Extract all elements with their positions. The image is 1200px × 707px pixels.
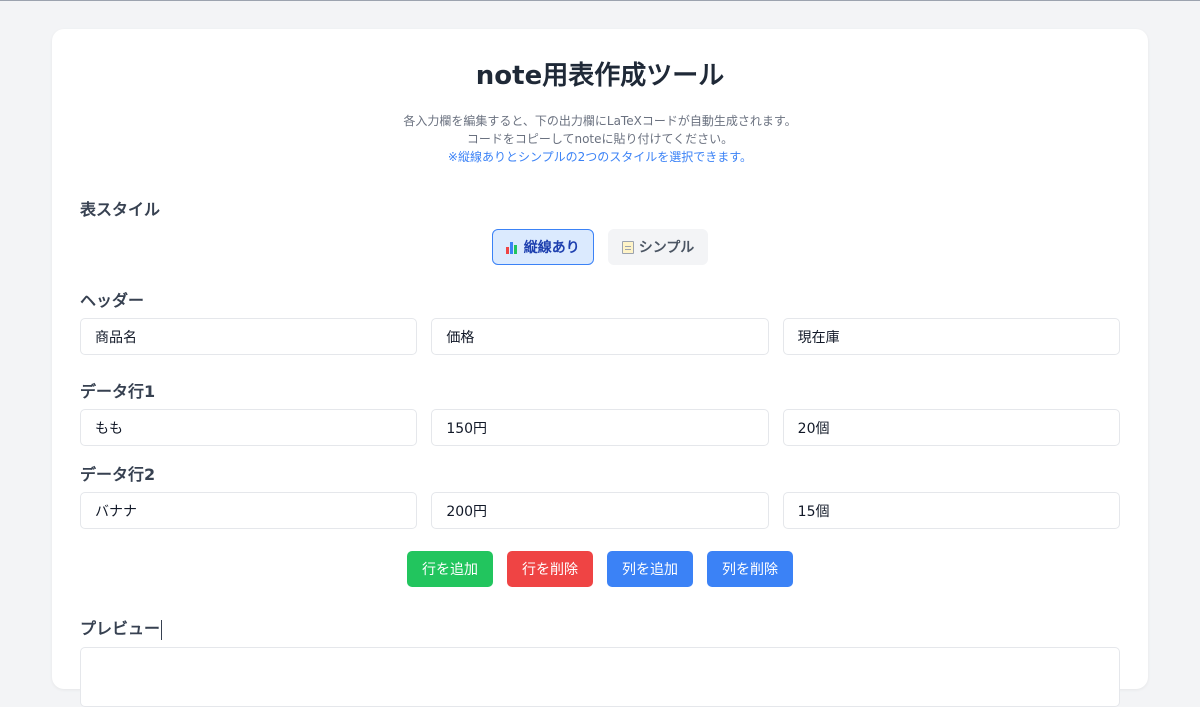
header-section-label: ヘッダー xyxy=(80,291,145,310)
text-caret xyxy=(161,619,163,640)
style-simple-label: シンプル xyxy=(638,240,695,256)
add-column-button[interactable]: 列を追加 xyxy=(607,551,693,587)
data-row-1 xyxy=(80,409,1120,446)
row-2-cell-2[interactable] xyxy=(431,492,769,529)
window-top-border xyxy=(0,0,1200,1)
row-1-cell-1[interactable] xyxy=(80,409,418,446)
style-section-label: 表スタイル xyxy=(80,200,161,219)
header-cell-2[interactable] xyxy=(431,318,769,355)
header-cell-1[interactable] xyxy=(80,318,418,355)
row-2-cell-3[interactable] xyxy=(782,492,1120,529)
description-line-1: 各入力欄を編集すると、下の出力欄にLaTeXコードが自動生成されます。 xyxy=(403,114,797,128)
bar-chart-icon xyxy=(505,241,519,254)
description-line-2: コードをコピーしてnoteに貼り付けてください。 xyxy=(466,132,734,146)
style-vertical-lines-button[interactable]: 縦線あり xyxy=(491,229,594,265)
add-row-button[interactable]: 行を追加 xyxy=(407,551,493,587)
preview-box xyxy=(80,647,1120,707)
data-row-2 xyxy=(80,492,1120,529)
header-row xyxy=(80,318,1120,355)
preview-section-label: プレビュー xyxy=(80,615,163,640)
style-simple-button[interactable]: シンプル xyxy=(607,229,709,265)
description-note: ※縦線ありとシンプルの2つのスタイルを選択できます。 xyxy=(447,150,753,164)
table-actions: 行を追加 行を削除 列を追加 列を削除 xyxy=(52,551,1148,587)
memo-icon xyxy=(621,240,634,254)
tool-card: note用表作成ツール 各入力欄を編集すると、下の出力欄にLaTeXコードが自動… xyxy=(52,29,1148,707)
page-title: note用表作成ツール xyxy=(475,61,725,91)
data-row-1-label: データ行1 xyxy=(80,382,156,401)
delete-column-button[interactable]: 列を削除 xyxy=(707,551,793,587)
header-cell-3[interactable] xyxy=(782,318,1120,355)
delete-row-button[interactable]: 行を削除 xyxy=(507,551,593,587)
row-2-cell-1[interactable] xyxy=(80,492,418,529)
row-1-cell-3[interactable] xyxy=(782,409,1120,446)
row-1-cell-2[interactable] xyxy=(431,409,769,446)
style-toggle: 縦線あり シンプル xyxy=(52,229,1148,265)
data-row-2-label: データ行2 xyxy=(80,465,156,484)
preview-label: プレビュー xyxy=(80,619,161,638)
style-vertical-lines-label: 縦線あり xyxy=(523,240,580,256)
